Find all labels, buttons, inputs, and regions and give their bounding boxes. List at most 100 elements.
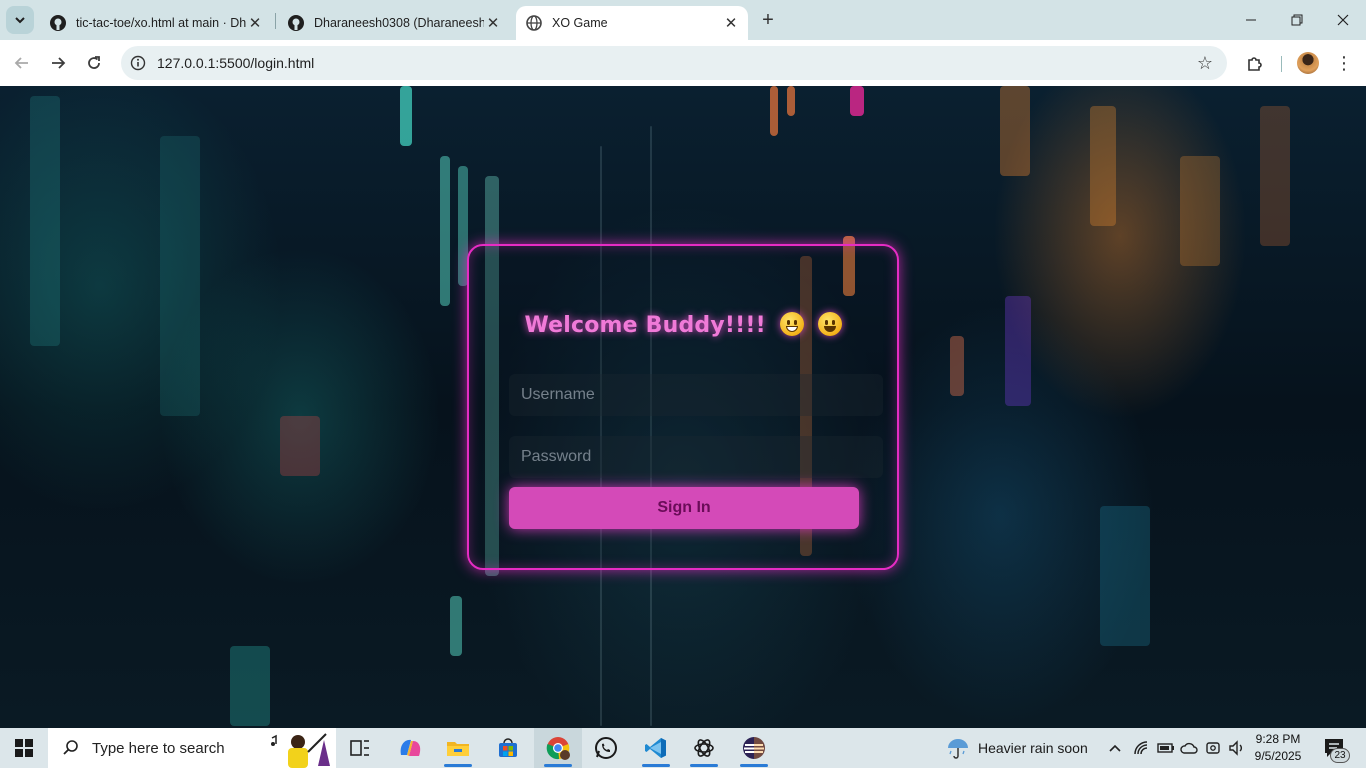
browser-tab-strip: tic-tac-toe/xo.html at main · Dh ✕ Dhara… [0, 0, 1366, 40]
network-tray-button[interactable] [1133, 728, 1151, 768]
bookmark-star-icon[interactable]: ☆ [1197, 53, 1213, 74]
background-streak [1090, 106, 1116, 226]
start-button[interactable] [0, 728, 48, 768]
vscode-button[interactable] [632, 728, 680, 768]
clock-date: 9/5/2025 [1254, 749, 1302, 763]
background-streak [230, 646, 270, 726]
new-tab-button[interactable]: + [756, 8, 780, 32]
whatsapp-button[interactable] [582, 728, 630, 768]
rain-umbrella-icon [948, 739, 968, 759]
background-streak [160, 136, 200, 416]
chrome-icon [546, 737, 570, 760]
tab-xo-game[interactable]: XO Game ✕ [516, 6, 748, 40]
show-hidden-icons-button[interactable] [1108, 728, 1122, 768]
background-streak [1005, 296, 1031, 406]
arrow-right-icon [52, 57, 66, 69]
address-bar[interactable]: 127.0.0.1:5500/login.html ☆ [121, 46, 1227, 80]
background-streak [950, 336, 964, 396]
background-streak [1000, 86, 1030, 176]
tab-separator [275, 13, 276, 29]
speaker-icon [1229, 740, 1242, 756]
tab-github-profile[interactable]: Dharaneesh0308 (Dharaneesh M ✕ [278, 6, 510, 40]
eclipse-icon [743, 737, 765, 759]
copilot-button[interactable] [386, 728, 434, 768]
welcome-heading: Welcome Buddy!!!! [469, 312, 897, 338]
clock-time: 9:28 PM [1255, 732, 1301, 746]
background-streak [1260, 106, 1290, 246]
sign-in-button[interactable]: Sign In [509, 487, 859, 529]
toolbar-divider [1281, 56, 1282, 72]
reload-button[interactable] [80, 49, 108, 77]
background-streak [400, 86, 412, 146]
camera-icon [1206, 742, 1220, 754]
restore-button[interactable] [1274, 0, 1320, 40]
tab-title: Dharaneesh0308 (Dharaneesh M [314, 16, 484, 30]
username-input[interactable] [509, 374, 883, 416]
wifi-icon [1134, 741, 1148, 755]
folder-icon [447, 742, 469, 756]
background-streak [1100, 506, 1150, 646]
tab-search-button[interactable] [6, 6, 34, 34]
volume-tray-button[interactable] [1228, 728, 1246, 768]
tab-title: tic-tac-toe/xo.html at main · Dh [76, 16, 246, 30]
battery-icon [1157, 743, 1174, 753]
back-button[interactable] [8, 49, 36, 77]
minimize-icon [1246, 19, 1256, 21]
forward-button[interactable] [44, 49, 72, 77]
windows-logo-icon [15, 739, 33, 757]
close-icon[interactable]: ✕ [246, 14, 264, 32]
search-highlight-illustration-icon [271, 733, 330, 768]
task-view-button[interactable] [336, 728, 384, 768]
profile-avatar[interactable] [1297, 52, 1319, 74]
password-input[interactable] [509, 436, 883, 478]
taskbar-search-box[interactable]: Type here to search [48, 728, 336, 768]
chevron-down-icon [15, 17, 25, 24]
minimize-button[interactable] [1228, 0, 1274, 40]
search-placeholder: Type here to search [92, 739, 225, 757]
close-window-button[interactable] [1320, 0, 1366, 40]
tab-title: XO Game [552, 16, 608, 30]
battery-tray-button[interactable] [1157, 728, 1175, 768]
vscode-icon [645, 738, 666, 758]
github-icon [50, 15, 66, 31]
chatgpt-button[interactable] [680, 728, 728, 768]
weather-text: Heavier rain soon [978, 740, 1088, 756]
copilot-icon [400, 739, 421, 756]
browser-toolbar: 127.0.0.1:5500/login.html ☆ ⋮ [0, 40, 1366, 86]
site-info-icon[interactable] [121, 55, 155, 71]
chrome-button[interactable] [534, 728, 582, 768]
extensions-button[interactable] [1242, 50, 1268, 76]
page-background: Welcome Buddy!!!! Sign In [0, 86, 1366, 728]
grinning-face-emoji-icon [817, 312, 842, 336]
search-icon [63, 740, 78, 755]
file-explorer-button[interactable] [434, 728, 482, 768]
chevron-up-icon [1109, 744, 1121, 752]
taskbar: Type here to search Heavier rain soon 9:… [0, 728, 1366, 768]
browser-menu-button[interactable]: ⋮ [1334, 50, 1354, 76]
system-clock[interactable]: 9:28 PM 9/5/2025 [1246, 731, 1310, 765]
url-text: 127.0.0.1:5500/login.html [157, 55, 315, 71]
restore-icon [1291, 14, 1303, 26]
onedrive-tray-button[interactable] [1180, 728, 1198, 768]
reload-icon [88, 56, 100, 69]
background-streak [440, 156, 450, 306]
whatsapp-icon [595, 737, 617, 759]
chatgpt-icon [694, 739, 714, 757]
background-streak [787, 86, 795, 116]
cloud-icon [1180, 742, 1198, 754]
microsoft-store-button[interactable] [484, 728, 532, 768]
store-bag-icon [499, 738, 517, 757]
close-icon[interactable]: ✕ [484, 14, 502, 32]
task-view-icon [350, 740, 369, 756]
login-card: Welcome Buddy!!!! Sign In [467, 244, 899, 570]
tab-github-xo[interactable]: tic-tac-toe/xo.html at main · Dh ✕ [40, 6, 272, 40]
notification-count-badge: 23 [1330, 748, 1350, 763]
eclipse-button[interactable] [730, 728, 778, 768]
meet-now-tray-button[interactable] [1205, 728, 1221, 768]
background-streak [450, 596, 462, 656]
close-icon[interactable]: ✕ [722, 14, 740, 32]
background-streak [280, 416, 320, 476]
grinning-squinting-face-emoji-icon [779, 312, 804, 336]
puzzle-icon [1248, 57, 1262, 71]
weather-widget[interactable]: Heavier rain soon [946, 728, 1088, 768]
